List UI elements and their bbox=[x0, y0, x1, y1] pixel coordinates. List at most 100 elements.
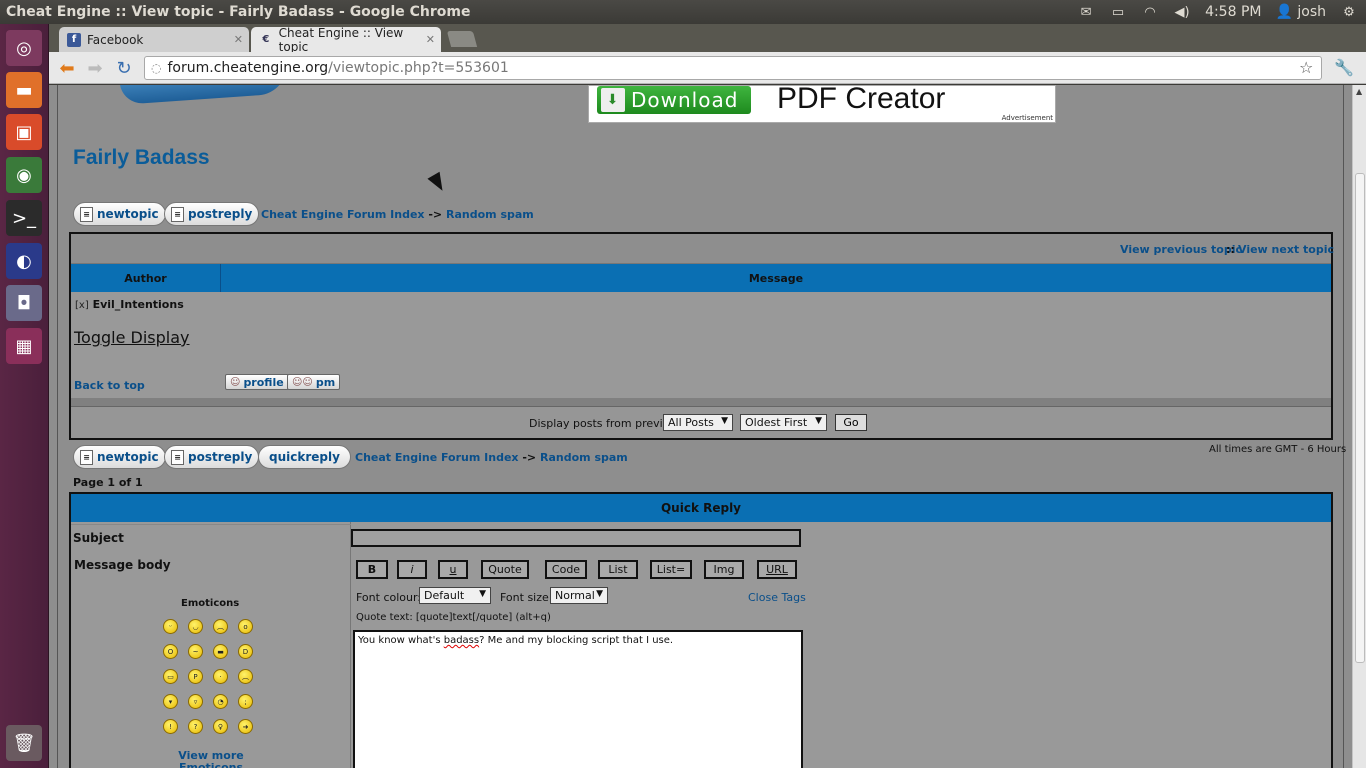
page-scrollbar[interactable]: ▲ bbox=[1352, 85, 1366, 768]
italic-button[interactable]: i bbox=[397, 560, 427, 579]
next-topic-link[interactable]: View next topic bbox=[1238, 243, 1334, 256]
user-menu[interactable]: 👤 josh bbox=[1275, 4, 1326, 20]
emoticon-twisted-icon[interactable]: ▿ bbox=[188, 694, 203, 709]
emoticon-exclaim-icon[interactable]: ! bbox=[163, 719, 178, 734]
wifi-icon[interactable]: ◠ bbox=[1141, 5, 1159, 20]
posts-range-select[interactable]: All Posts ▼ bbox=[663, 414, 733, 431]
quick-reply-button[interactable]: quickreply bbox=[258, 445, 351, 469]
ad-note: Advertisement bbox=[1001, 114, 1053, 122]
emoticon-laughing-icon[interactable]: D bbox=[238, 644, 253, 659]
new-topic-button-bottom[interactable]: ≡ newtopic bbox=[73, 445, 166, 469]
chevron-down-icon: ▼ bbox=[479, 589, 486, 599]
ad-title: PDF Creator bbox=[777, 85, 946, 115]
font-colour-select[interactable]: Default ▼ bbox=[419, 587, 491, 604]
battery-icon[interactable]: ▭ bbox=[1109, 5, 1127, 20]
scroll-up-arrow-icon[interactable]: ▲ bbox=[1356, 87, 1362, 96]
profile-button[interactable]: ☺ profile bbox=[225, 374, 289, 390]
post-reply-button-bottom[interactable]: ≡ postreply bbox=[164, 445, 260, 469]
wrench-menu-icon[interactable]: 🔧 bbox=[1334, 58, 1354, 77]
ad-download-button[interactable]: ⬇ Download bbox=[597, 86, 751, 114]
subject-input[interactable] bbox=[351, 529, 801, 547]
software-center-icon[interactable]: ▣ bbox=[6, 114, 42, 150]
emoticon-arrow-icon[interactable]: ➜ bbox=[238, 719, 253, 734]
message-textarea[interactable]: You know what's badass? Me and my blocki… bbox=[353, 630, 803, 768]
eclipse-icon[interactable]: ◐ bbox=[6, 243, 42, 279]
tab-cheatengine[interactable]: € Cheat Engine :: View topic ✕ bbox=[251, 26, 441, 54]
col-message: Message bbox=[748, 271, 804, 285]
view-more-emoticons-link[interactable]: View more Emoticons bbox=[176, 750, 246, 768]
emoticon-crying-icon[interactable]: ︵ bbox=[238, 669, 253, 684]
pm-button[interactable]: ☺☺ pm bbox=[287, 374, 341, 390]
go-button[interactable]: Go bbox=[835, 414, 867, 431]
code-button[interactable]: Code bbox=[545, 560, 587, 579]
emoticon-mad-icon[interactable]: ▭ bbox=[163, 669, 178, 684]
post-reply-button[interactable]: ≡ postreply bbox=[164, 202, 260, 226]
breadcrumb-forum[interactable]: Random spam bbox=[446, 208, 534, 221]
close-icon[interactable]: ✕ bbox=[234, 33, 243, 46]
close-tags-link[interactable]: Close Tags bbox=[748, 591, 806, 604]
page-info-icon[interactable]: ◌ bbox=[151, 61, 161, 75]
webcam-icon[interactable]: ◘ bbox=[6, 285, 42, 321]
emoticon-confused-icon[interactable]: ~ bbox=[188, 644, 203, 659]
chevron-down-icon: ▼ bbox=[815, 416, 822, 426]
power-gear-icon[interactable]: ⚙ bbox=[1340, 5, 1358, 20]
underline-button[interactable]: u bbox=[438, 560, 468, 579]
site-logo[interactable] bbox=[119, 85, 289, 105]
font-size-select[interactable]: Normal ▼ bbox=[550, 587, 608, 604]
emoticon-wink-icon[interactable]: ; bbox=[238, 694, 253, 709]
list-button[interactable]: List bbox=[598, 560, 638, 579]
workspace-switcher-icon[interactable]: ▦ bbox=[6, 328, 42, 364]
bold-button[interactable]: B bbox=[356, 560, 388, 579]
collapse-toggle[interactable]: [x] bbox=[75, 300, 89, 311]
document-icon: ≡ bbox=[80, 449, 93, 465]
post-row: [x] Evil_Intentions Toggle Display Back … bbox=[71, 292, 1331, 398]
breadcrumb-index[interactable]: Cheat Engine Forum Index bbox=[261, 208, 425, 221]
back-button[interactable]: ⬅ bbox=[55, 57, 79, 79]
emoticon-evil-icon[interactable]: ▾ bbox=[163, 694, 178, 709]
emoticon-surprised-icon[interactable]: o bbox=[238, 619, 253, 634]
mail-icon[interactable]: ✉ bbox=[1077, 5, 1095, 20]
author-name: Evil_Intentions bbox=[92, 298, 184, 311]
quote-button[interactable]: Quote bbox=[481, 560, 529, 579]
terminal-icon[interactable]: >_ bbox=[6, 200, 42, 236]
emoticon-cool-icon[interactable]: ▬ bbox=[213, 644, 228, 659]
img-button[interactable]: Img bbox=[704, 560, 744, 579]
trash-icon[interactable]: 🗑 bbox=[6, 725, 42, 761]
emoticon-rolleyes-icon[interactable]: ◔ bbox=[213, 694, 228, 709]
chrome-icon[interactable]: ◉ bbox=[6, 157, 42, 193]
dash-icon[interactable]: ◎ bbox=[6, 30, 42, 66]
back-to-top-link[interactable]: Back to top bbox=[74, 379, 145, 392]
list-ordered-button[interactable]: List= bbox=[650, 560, 692, 579]
emoticon-shocked-icon[interactable]: O bbox=[163, 644, 178, 659]
emoticon-razz-icon[interactable]: P bbox=[188, 669, 203, 684]
topic-title[interactable]: Fairly Badass bbox=[73, 146, 210, 170]
posts-order-select[interactable]: Oldest First ▼ bbox=[740, 414, 827, 431]
facebook-icon: f bbox=[67, 32, 81, 47]
url-button[interactable]: URL bbox=[757, 560, 797, 579]
emoticon-question-icon[interactable]: ? bbox=[188, 719, 203, 734]
toggle-display-link[interactable]: Toggle Display bbox=[74, 328, 190, 347]
scrollbar-thumb[interactable] bbox=[1355, 173, 1365, 663]
tab-facebook[interactable]: f Facebook ✕ bbox=[59, 27, 249, 52]
emoticon-smile-icon[interactable]: ◡ bbox=[188, 619, 203, 634]
close-icon[interactable]: ✕ bbox=[426, 33, 435, 46]
prev-topic-link[interactable]: View previous topic bbox=[1120, 243, 1242, 256]
breadcrumb-forum[interactable]: Random spam bbox=[540, 451, 628, 464]
page-viewport: ⬇ Download PDF Creator Advertisement Fai… bbox=[49, 85, 1352, 768]
emoticon-very-happy-icon[interactable]: ᵕ bbox=[163, 619, 178, 634]
bookmark-star-icon[interactable]: ☆ bbox=[1299, 58, 1313, 77]
new-topic-button[interactable]: ≡ newtopic bbox=[73, 202, 166, 226]
emoticon-sad-icon[interactable]: ︵ bbox=[213, 619, 228, 634]
advertisement[interactable]: ⬇ Download PDF Creator Advertisement bbox=[588, 85, 1056, 123]
posts-range-value: All Posts bbox=[668, 416, 714, 429]
clock[interactable]: 4:58 PM bbox=[1205, 4, 1261, 20]
emoticon-idea-icon[interactable]: ♀ bbox=[213, 719, 228, 734]
volume-icon[interactable]: ◀) bbox=[1173, 5, 1191, 20]
address-bar[interactable]: ◌ forum.cheatengine.org/viewtopic.php?t=… bbox=[144, 56, 1322, 80]
forward-button[interactable]: ➡ bbox=[83, 57, 107, 79]
breadcrumb-index[interactable]: Cheat Engine Forum Index bbox=[355, 451, 519, 464]
reload-button[interactable]: ↻ bbox=[112, 57, 136, 79]
emoticon-embarrassed-icon[interactable]: · bbox=[213, 669, 228, 684]
new-tab-button[interactable] bbox=[446, 31, 478, 47]
files-icon[interactable]: ▬ bbox=[6, 72, 42, 108]
